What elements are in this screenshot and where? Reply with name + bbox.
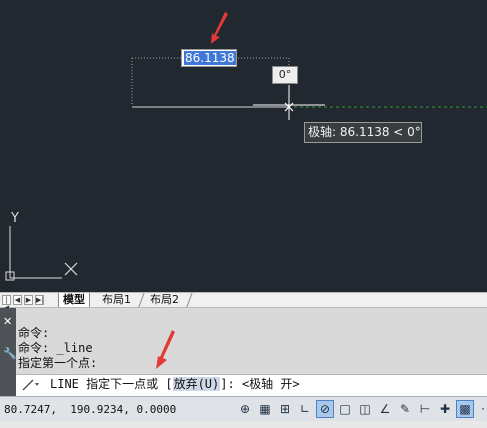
history-line-2: 命令: _line: [18, 341, 93, 355]
annotation-icon[interactable]: ·: [474, 400, 487, 418]
annotation-arrow-top: [211, 12, 228, 44]
dimension-value: 86.1138: [184, 51, 236, 65]
polar-tracking-tooltip: 极轴: 86.1138 < 0°: [304, 122, 422, 143]
drawing-canvas[interactable]: Y 86.1138 0° 极轴: 86.1138 < 0°: [0, 0, 487, 292]
history-line-3: 指定第一个点:: [18, 356, 98, 370]
canvas-graphics: Y: [5, 12, 487, 281]
ucs-y-label: Y: [10, 211, 19, 226]
first-tab-icon[interactable]: |◀: [2, 295, 11, 312]
next-tab-icon[interactable]: ▶: [24, 295, 33, 305]
command-prompt-prefix: LINE 指定下一点或 [: [50, 377, 173, 391]
history-line-1: 命令:: [18, 326, 50, 340]
tab-layout1[interactable]: 布局1: [98, 293, 135, 307]
selection-cycling-icon[interactable]: ▩: [456, 400, 474, 418]
close-icon[interactable]: ✕: [3, 316, 12, 327]
layout-tab-bar: |◀ ◀ ▶ ▶| 模型 布局1 布局2: [0, 292, 487, 312]
cursor-coordinates: 80.7247, 190.9234, 0.0000: [4, 403, 177, 416]
dynamic-dimension-input[interactable]: 86.1138: [181, 49, 237, 67]
prev-tab-icon[interactable]: ◀: [13, 295, 22, 305]
model-space-icon[interactable]: ⊕: [236, 400, 254, 418]
command-window-handle[interactable]: ✕ 🔧: [0, 308, 17, 398]
grid-icon[interactable]: ▦: [256, 400, 274, 418]
ucs-icon[interactable]: ∠: [376, 400, 394, 418]
command-prompt-suffix: ]: <极轴 开>: [220, 377, 300, 391]
snap-icon[interactable]: ⊞: [276, 400, 294, 418]
tab-layout2[interactable]: 布局2: [146, 293, 183, 307]
osnap-icon[interactable]: □: [336, 400, 354, 418]
tab-separator: [186, 293, 193, 307]
dynamic-input-icon[interactable]: ✎: [396, 400, 414, 418]
last-tab-icon[interactable]: ▶|: [35, 295, 44, 305]
ortho-icon[interactable]: ∟: [296, 400, 314, 418]
lineweight-icon[interactable]: ⊢: [416, 400, 434, 418]
command-history-area: ✕ 🔧 命令: 命令: _line 指定第一个点:: [0, 308, 487, 398]
tab-model[interactable]: 模型: [58, 293, 90, 307]
angle-indicator: 0°: [272, 66, 298, 84]
status-bar: 80.7247, 190.9234, 0.0000 ⊕ ▦ ⊞ ∟ ⊘ □ ◫ …: [0, 396, 487, 428]
object-track-icon[interactable]: ◫: [356, 400, 374, 418]
customize-icon[interactable]: 🔧: [3, 348, 17, 359]
tab-separator: [138, 293, 145, 307]
command-line-input[interactable]: LINE 指定下一点或 [放弃(U)]: <极轴 开>: [16, 374, 487, 394]
polar-icon[interactable]: ⊘: [316, 400, 334, 418]
transparency-icon[interactable]: ✚: [436, 400, 454, 418]
undo-option[interactable]: 放弃(U): [172, 377, 221, 391]
line-command-icon: [22, 379, 39, 391]
